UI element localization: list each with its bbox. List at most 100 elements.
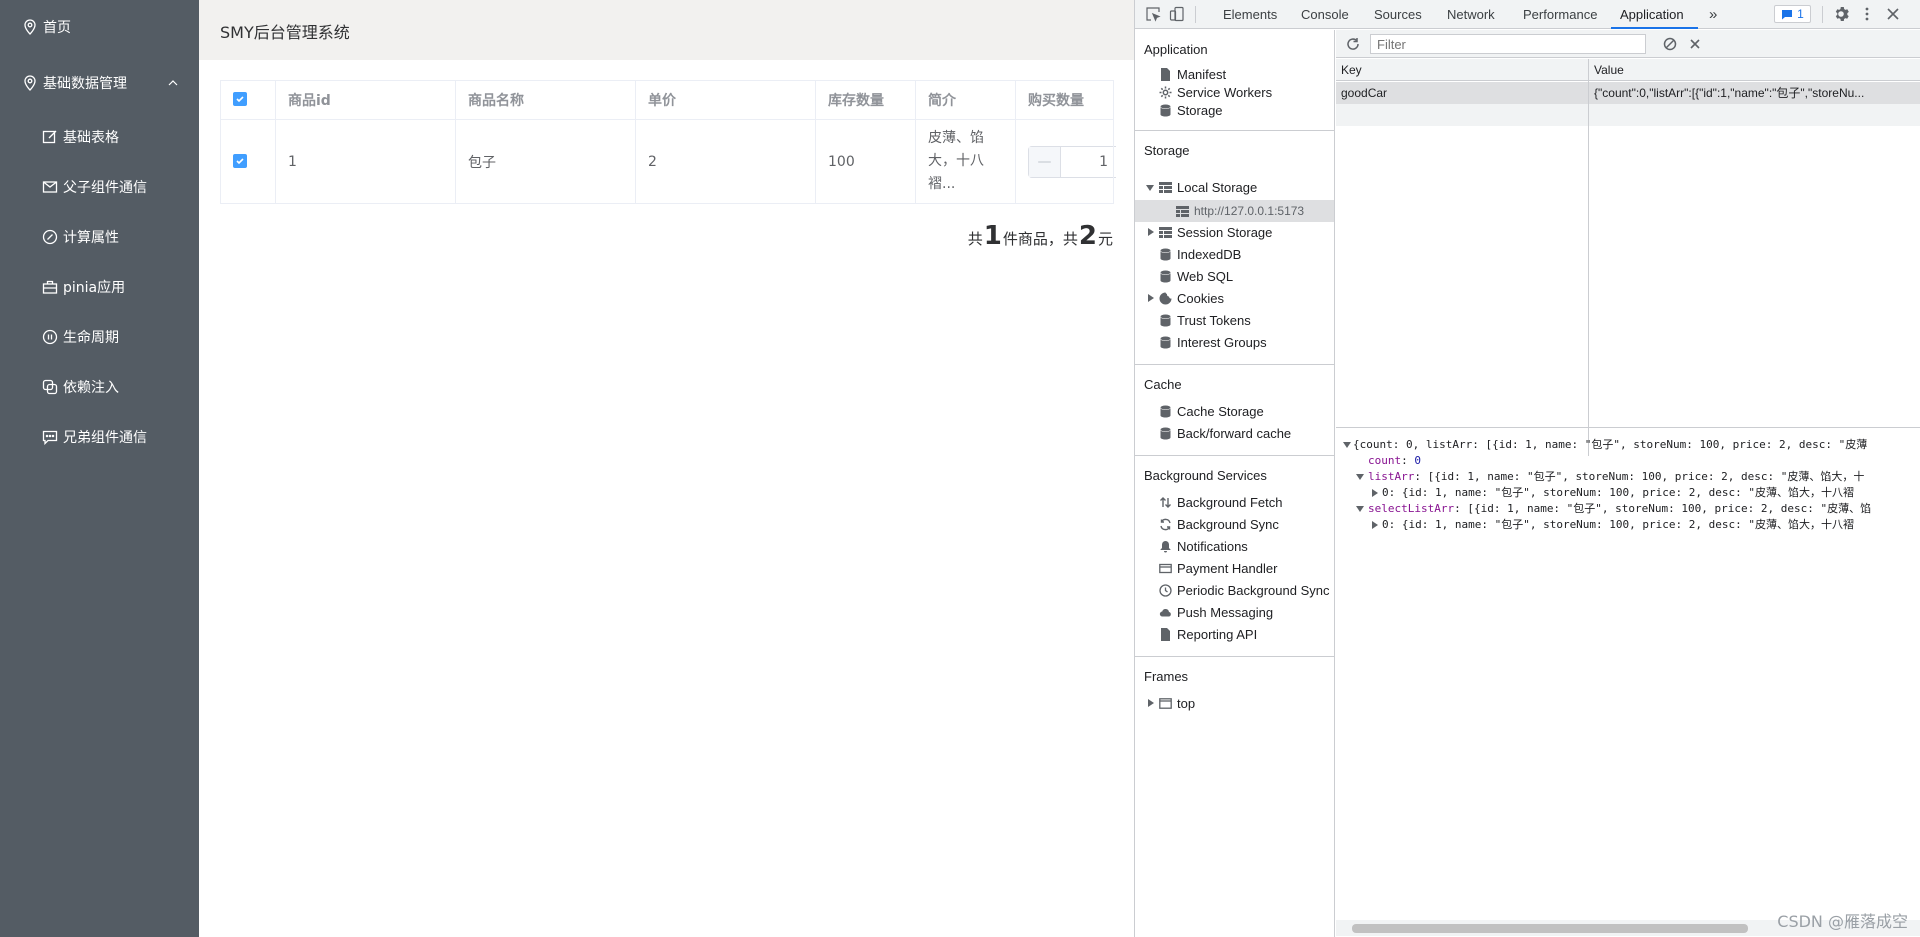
- clear-all-icon[interactable]: [1663, 37, 1677, 51]
- section-title-background: Background Services: [1144, 468, 1267, 483]
- tree-item-indexeddb[interactable]: IndexedDB: [1158, 243, 1241, 265]
- delete-selected-icon[interactable]: [1689, 38, 1701, 50]
- tree-label: Service Workers: [1177, 84, 1273, 100]
- scrollbar-thumb[interactable]: [1352, 924, 1748, 933]
- tree-item-origin[interactable]: http://127.0.0.1:5173: [1175, 200, 1304, 222]
- file-icon: [1158, 627, 1172, 641]
- expand-arrow-icon[interactable]: [1148, 699, 1154, 707]
- tree-item-bg-sync[interactable]: Background Sync: [1158, 513, 1279, 535]
- quantity-stepper[interactable]: — 1: [1028, 145, 1116, 178]
- nav-item-home[interactable]: 首页: [0, 2, 199, 52]
- preview-listarr[interactable]: listArr: [{id: 1, name: "包子", storeNum: …: [1368, 469, 1864, 485]
- app-sidebar: 首页 基础数据管理 基础表格 父子组件通信 计算属性 pinia应用 生命周期 …: [0, 0, 199, 937]
- watermark: CSDN @雁落成空: [1777, 912, 1908, 931]
- prop-key: listArr: [1368, 470, 1415, 483]
- expand-arrow-icon[interactable]: [1148, 294, 1154, 302]
- tree-label: Push Messaging: [1177, 604, 1274, 620]
- row-checkbox[interactable]: [233, 153, 247, 168]
- nav-label: 父子组件通信: [63, 180, 147, 196]
- prop-key: selectListArr: [1368, 502, 1455, 515]
- tree-item-push-messaging[interactable]: Push Messaging: [1158, 601, 1273, 623]
- more-vertical-icon[interactable]: [1859, 6, 1875, 22]
- tab-console[interactable]: Console: [1301, 0, 1349, 29]
- value-column-header[interactable]: Value: [1589, 59, 1920, 81]
- prop-value: [{id: 1, name: "包子", storeNum: 100, pric…: [1467, 502, 1872, 515]
- tree-item-bg-fetch[interactable]: Background Fetch: [1158, 491, 1283, 513]
- nav-label: 计算属性: [63, 230, 119, 246]
- preview-selectlistarr-0[interactable]: 0: {id: 1, name: "包子", storeNum: 100, pr…: [1382, 517, 1854, 533]
- filter-input[interactable]: [1370, 34, 1646, 54]
- refresh-icon[interactable]: [1346, 37, 1360, 51]
- device-toolbar-icon[interactable]: [1169, 6, 1185, 22]
- table-row: 1 包子 2 100 皮薄、馅 大，十八 褶... — 1: [220, 119, 1116, 204]
- kv-key[interactable]: goodCar: [1336, 82, 1588, 104]
- row-select-cell[interactable]: [220, 119, 276, 204]
- tree-item-notifications[interactable]: Notifications: [1158, 535, 1248, 557]
- nav-item-basic-table[interactable]: 基础表格: [0, 112, 199, 162]
- tab-application[interactable]: Application: [1620, 0, 1684, 29]
- gear-icon[interactable]: [1833, 6, 1849, 22]
- nav-item-parent-child[interactable]: 父子组件通信: [0, 162, 199, 212]
- expand-arrow-icon[interactable]: [1372, 521, 1378, 529]
- preview-root[interactable]: {count: 0, listArr: [{id: 1, name: "包子",…: [1353, 437, 1867, 453]
- database-icon: [1158, 426, 1172, 440]
- kv-row-selected[interactable]: goodCar {"count":0,"listArr":[{"id":1,"n…: [1336, 82, 1920, 104]
- desc-line: 大，十八: [928, 153, 984, 169]
- tab-elements[interactable]: Elements: [1223, 0, 1277, 29]
- quantity-input[interactable]: 1: [1061, 147, 1116, 177]
- expand-arrow-icon[interactable]: [1356, 506, 1364, 512]
- issues-badge[interactable]: 1: [1774, 5, 1811, 23]
- database-icon: [1158, 247, 1172, 261]
- tree-item-cache-storage[interactable]: Cache Storage: [1158, 400, 1264, 422]
- nav-item-computed[interactable]: 计算属性: [0, 212, 199, 262]
- tree-item-periodic-sync[interactable]: Periodic Background Sync: [1158, 579, 1329, 601]
- nav-item-lifecycle[interactable]: 生命周期: [0, 312, 199, 362]
- nav-label: 生命周期: [63, 330, 119, 346]
- page-title: SMY后台管理系统: [220, 23, 350, 42]
- section-divider: [1135, 455, 1334, 456]
- close-icon[interactable]: [1885, 6, 1901, 22]
- preview-selectlistarr[interactable]: selectListArr: [{id: 1, name: "包子", stor…: [1368, 501, 1871, 517]
- nav-item-pinia[interactable]: pinia应用: [0, 262, 199, 312]
- tree-item-reporting-api[interactable]: Reporting API: [1158, 623, 1257, 645]
- inspect-element-icon[interactable]: [1145, 6, 1161, 22]
- tree-item-frame-top[interactable]: top: [1158, 692, 1195, 714]
- nav-item-sibling[interactable]: 兄弟组件通信: [0, 412, 199, 462]
- expand-arrow-icon[interactable]: [1356, 474, 1364, 480]
- tab-network[interactable]: Network: [1447, 0, 1495, 29]
- tree-item-web-sql[interactable]: Web SQL: [1158, 265, 1233, 287]
- key-column-header[interactable]: Key: [1336, 59, 1588, 81]
- tree-item-cookies[interactable]: Cookies: [1158, 287, 1224, 309]
- tree-label: Cookies: [1177, 290, 1224, 306]
- decrease-button[interactable]: —: [1029, 146, 1061, 177]
- tree-item-session-storage[interactable]: Session Storage: [1158, 221, 1272, 243]
- expand-arrow-icon[interactable]: [1146, 185, 1154, 191]
- more-tabs-button[interactable]: »: [1709, 0, 1717, 29]
- nav-item-inject[interactable]: 依赖注入: [0, 362, 199, 412]
- expand-arrow-icon[interactable]: [1372, 489, 1378, 497]
- tab-sources[interactable]: Sources: [1374, 0, 1422, 29]
- column-header: 购买数量: [1015, 80, 1114, 120]
- tree-item-trust-tokens[interactable]: Trust Tokens: [1158, 309, 1251, 331]
- select-all-cell[interactable]: [220, 80, 276, 120]
- tree-label: Periodic Background Sync: [1177, 582, 1330, 598]
- tree-item-bfcache[interactable]: Back/forward cache: [1158, 422, 1291, 444]
- issues-count: 1: [1797, 7, 1804, 21]
- expand-arrow-icon[interactable]: [1343, 442, 1351, 448]
- key-value-table: Key Value goodCar {"count":0,"listArr":[…: [1336, 59, 1920, 456]
- kv-row-empty[interactable]: [1336, 104, 1920, 126]
- select-all-checkbox[interactable]: [233, 92, 247, 106]
- tree-item-interest-groups[interactable]: Interest Groups: [1158, 331, 1267, 353]
- tree-item-payment-handler[interactable]: Payment Handler: [1158, 557, 1277, 579]
- location-icon: [22, 19, 38, 35]
- tree-item-storage[interactable]: Storage: [1158, 99, 1223, 121]
- tab-performance[interactable]: Performance: [1523, 0, 1597, 29]
- tree-item-local-storage[interactable]: Local Storage: [1158, 176, 1257, 198]
- cloud-icon: [1158, 605, 1172, 619]
- nav-group-basic-data[interactable]: 基础数据管理: [0, 58, 199, 108]
- kv-value[interactable]: {"count":0,"listArr":[{"id":1,"name":"包子…: [1589, 82, 1920, 104]
- preview-listarr-0[interactable]: 0: {id: 1, name: "包子", storeNum: 100, pr…: [1382, 485, 1854, 501]
- expand-arrow-icon[interactable]: [1148, 228, 1154, 236]
- cell-desc: 皮薄、馅 大，十八 褶...: [915, 119, 1016, 204]
- table-icon: [1158, 225, 1172, 239]
